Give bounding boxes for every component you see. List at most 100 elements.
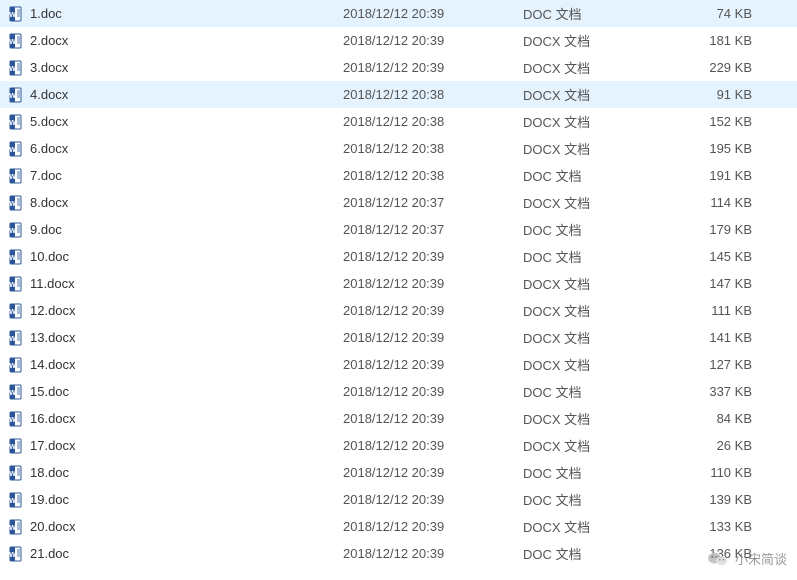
file-date: 2018/12/12 20:39 — [343, 384, 523, 399]
file-row[interactable]: W 17.docx 2018/12/12 20:39 DOCX 文档 26 KB — [0, 432, 797, 459]
file-size: 337 KB — [663, 384, 758, 399]
word-file-icon: W — [8, 465, 24, 481]
file-row[interactable]: W 3.docx 2018/12/12 20:39 DOCX 文档 229 KB — [0, 54, 797, 81]
file-type: DOC 文档 — [523, 490, 663, 509]
file-size: 26 KB — [663, 438, 758, 453]
file-row[interactable]: W 9.doc 2018/12/12 20:37 DOC 文档 179 KB — [0, 216, 797, 243]
file-row[interactable]: W 6.docx 2018/12/12 20:38 DOCX 文档 195 KB — [0, 135, 797, 162]
file-name: 16.docx — [30, 411, 76, 426]
file-name-cell: W 15.doc — [8, 384, 343, 400]
file-row[interactable]: W 14.docx 2018/12/12 20:39 DOCX 文档 127 K… — [0, 351, 797, 378]
file-name: 18.doc — [30, 465, 69, 480]
word-file-icon: W — [8, 141, 24, 157]
file-size: 179 KB — [663, 222, 758, 237]
file-row[interactable]: W 15.doc 2018/12/12 20:39 DOC 文档 337 KB — [0, 378, 797, 405]
file-row[interactable]: W 16.docx 2018/12/12 20:39 DOCX 文档 84 KB — [0, 405, 797, 432]
file-row[interactable]: W 2.docx 2018/12/12 20:39 DOCX 文档 181 KB — [0, 27, 797, 54]
file-date: 2018/12/12 20:39 — [343, 60, 523, 75]
file-size: 136 KB — [663, 546, 758, 561]
file-name: 15.doc — [30, 384, 69, 399]
file-date: 2018/12/12 20:38 — [343, 141, 523, 156]
svg-text:W: W — [9, 363, 16, 370]
svg-text:W: W — [9, 12, 16, 19]
word-file-icon: W — [8, 438, 24, 454]
file-name-cell: W 11.docx — [8, 276, 343, 292]
file-date: 2018/12/12 20:39 — [343, 6, 523, 21]
file-name-cell: W 2.docx — [8, 33, 343, 49]
svg-text:W: W — [9, 390, 16, 397]
file-date: 2018/12/12 20:39 — [343, 492, 523, 507]
file-size: 147 KB — [663, 276, 758, 291]
file-type: DOCX 文档 — [523, 58, 663, 77]
file-type: DOC 文档 — [523, 544, 663, 563]
file-date: 2018/12/12 20:39 — [343, 330, 523, 345]
file-row[interactable]: W 18.doc 2018/12/12 20:39 DOC 文档 110 KB — [0, 459, 797, 486]
file-size: 74 KB — [663, 6, 758, 21]
svg-text:W: W — [9, 471, 16, 478]
file-size: 145 KB — [663, 249, 758, 264]
word-file-icon: W — [8, 330, 24, 346]
word-file-icon: W — [8, 222, 24, 238]
file-row[interactable]: W 13.docx 2018/12/12 20:39 DOCX 文档 141 K… — [0, 324, 797, 351]
svg-text:W: W — [9, 309, 16, 316]
svg-text:W: W — [9, 525, 16, 532]
file-type: DOC 文档 — [523, 382, 663, 401]
file-name-cell: W 10.doc — [8, 249, 343, 265]
file-name: 17.docx — [30, 438, 76, 453]
file-name: 7.doc — [30, 168, 62, 183]
file-name-cell: W 17.docx — [8, 438, 343, 454]
file-date: 2018/12/12 20:39 — [343, 33, 523, 48]
file-name-cell: W 8.docx — [8, 195, 343, 211]
file-name-cell: W 19.doc — [8, 492, 343, 508]
file-row[interactable]: W 21.doc 2018/12/12 20:39 DOC 文档 136 KB — [0, 540, 797, 567]
file-type: DOCX 文档 — [523, 193, 663, 212]
file-row[interactable]: W 4.docx 2018/12/12 20:38 DOCX 文档 91 KB — [0, 81, 797, 108]
file-name: 8.docx — [30, 195, 68, 210]
file-type: DOCX 文档 — [523, 328, 663, 347]
word-file-icon: W — [8, 114, 24, 130]
file-date: 2018/12/12 20:39 — [343, 357, 523, 372]
svg-text:W: W — [9, 228, 16, 235]
file-size: 195 KB — [663, 141, 758, 156]
file-name: 6.docx — [30, 141, 68, 156]
file-name: 3.docx — [30, 60, 68, 75]
file-row[interactable]: W 5.docx 2018/12/12 20:38 DOCX 文档 152 KB — [0, 108, 797, 135]
word-file-icon: W — [8, 168, 24, 184]
svg-text:W: W — [9, 174, 16, 181]
word-file-icon: W — [8, 303, 24, 319]
file-size: 114 KB — [663, 195, 758, 210]
word-file-icon: W — [8, 546, 24, 562]
file-type: DOC 文档 — [523, 220, 663, 239]
word-file-icon: W — [8, 249, 24, 265]
file-row[interactable]: W 20.docx 2018/12/12 20:39 DOCX 文档 133 K… — [0, 513, 797, 540]
file-size: 139 KB — [663, 492, 758, 507]
file-row[interactable]: W 19.doc 2018/12/12 20:39 DOC 文档 139 KB — [0, 486, 797, 513]
file-size: 133 KB — [663, 519, 758, 534]
file-type: DOC 文档 — [523, 4, 663, 23]
file-row[interactable]: W 12.docx 2018/12/12 20:39 DOCX 文档 111 K… — [0, 297, 797, 324]
file-row[interactable]: W 10.doc 2018/12/12 20:39 DOC 文档 145 KB — [0, 243, 797, 270]
file-name-cell: W 5.docx — [8, 114, 343, 130]
word-file-icon: W — [8, 519, 24, 535]
file-date: 2018/12/12 20:38 — [343, 114, 523, 129]
svg-text:W: W — [9, 201, 16, 208]
file-name-cell: W 9.doc — [8, 222, 343, 238]
file-name-cell: W 16.docx — [8, 411, 343, 427]
word-file-icon: W — [8, 60, 24, 76]
file-type: DOCX 文档 — [523, 85, 663, 104]
svg-text:W: W — [9, 39, 16, 46]
file-row[interactable]: W 8.docx 2018/12/12 20:37 DOCX 文档 114 KB — [0, 189, 797, 216]
file-type: DOCX 文档 — [523, 139, 663, 158]
file-name: 9.doc — [30, 222, 62, 237]
file-date: 2018/12/12 20:39 — [343, 438, 523, 453]
file-date: 2018/12/12 20:39 — [343, 303, 523, 318]
file-date: 2018/12/12 20:39 — [343, 276, 523, 291]
file-name-cell: W 14.docx — [8, 357, 343, 373]
file-name-cell: W 4.docx — [8, 87, 343, 103]
file-row[interactable]: W 11.docx 2018/12/12 20:39 DOCX 文档 147 K… — [0, 270, 797, 297]
file-size: 127 KB — [663, 357, 758, 372]
file-type: DOC 文档 — [523, 247, 663, 266]
file-row[interactable]: W 7.doc 2018/12/12 20:38 DOC 文档 191 KB — [0, 162, 797, 189]
file-name: 2.docx — [30, 33, 68, 48]
file-row[interactable]: W 1.doc 2018/12/12 20:39 DOC 文档 74 KB — [0, 0, 797, 27]
